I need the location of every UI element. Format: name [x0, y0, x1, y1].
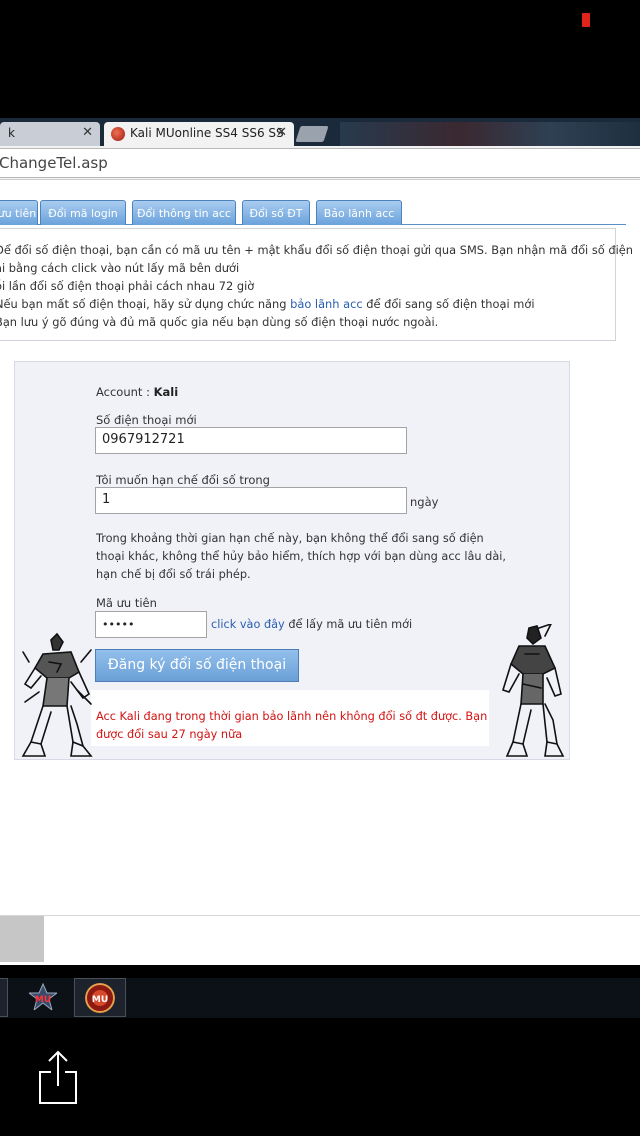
scrollbar-thumb[interactable] [0, 916, 44, 962]
guarantee-link[interactable]: bảo lãnh acc [290, 297, 363, 311]
limit-unit: ngày [410, 495, 439, 509]
error-line: được đổi sau 27 ngày nữa [96, 728, 243, 741]
windows-taskbar: MU MU [0, 978, 640, 1018]
instructions-box: Để đổi số điện thoại, bạn cần có mã ưu t… [0, 228, 633, 341]
svg-text:MU: MU [35, 995, 51, 1005]
favicon-icon [111, 127, 125, 141]
limit-days-input[interactable]: 1 [95, 487, 407, 514]
get-code-row: click vào đây để lấy mã ưu tiên mới [211, 616, 412, 634]
new-tab-button[interactable] [295, 126, 329, 142]
instruction-line: Nếu bạn mất số điện thoại, hãy sử dụng c… [0, 295, 615, 313]
phone-photo: k ✕ Kali MUonline SS4 SS6 SS ✕ ChangeTel… [0, 0, 640, 1136]
tab-change-info[interactable]: Đổi thông tin acc [132, 200, 236, 225]
url-text: ChangeTel.asp [0, 154, 108, 172]
phone-value: 0967912721 [102, 432, 185, 447]
warrior-right-image [502, 624, 565, 757]
error-line: Acc Kali đang trong thời gian bảo lãnh n… [96, 710, 488, 723]
tab-account-guarantee[interactable]: Bảo lãnh acc [316, 200, 402, 225]
warrior-left-image [21, 632, 93, 757]
blurred-tabs [340, 122, 640, 146]
instruction-line: Để đổi số điện thoại, bạn cần có mã ưu t… [0, 243, 633, 257]
browser-tab[interactable]: k ✕ [0, 122, 100, 146]
get-code-link[interactable]: click vào đây [211, 618, 285, 631]
limit-label: Tôi muốn hạn chế đổi số trong [96, 473, 270, 487]
tab-change-phone[interactable]: Đổi số ĐT [242, 200, 310, 225]
close-icon[interactable]: ✕ [276, 125, 287, 140]
taskbar-button[interactable] [0, 978, 8, 1017]
instruction-line: Bạn lưu ý gõ đúng và đủ mã quốc gia nếu … [0, 315, 439, 329]
tab-title: Kali MUonline SS4 SS6 SS [130, 126, 284, 140]
description-line: thoại khác, không thể hủy bảo hiểm, thíc… [96, 550, 506, 563]
phone-label: Số điện thoại mới [96, 413, 197, 427]
register-change-phone-button[interactable]: Đăng ký đổi số điện thoại [95, 649, 299, 682]
close-icon[interactable]: ✕ [82, 125, 93, 140]
share-icon[interactable] [38, 1050, 78, 1105]
browser-tab-active[interactable]: Kali MUonline SS4 SS6 SS ✕ [104, 122, 294, 146]
description-line: Trong khoảng thời gian hạn chế này, bạn … [96, 532, 484, 545]
svg-text:MU: MU [92, 995, 108, 1005]
taskbar-button-active[interactable]: MU [74, 978, 126, 1017]
change-phone-form: Account : Kali Số điện thoại mới 0967912… [14, 361, 570, 760]
horizontal-scrollbar[interactable] [0, 915, 640, 965]
instruction-text: Nếu bạn mất số điện thoại, hãy sử dụng c… [0, 297, 291, 311]
instruction-line: ại bằng cách click vào nút lấy mã bên dư… [0, 261, 240, 275]
nav-tabs: ưu tiên Đổi mã login Đổi thông tin acc Đ… [0, 200, 626, 225]
error-message: Acc Kali đang trong thời gian bảo lãnh n… [91, 690, 489, 746]
instruction-line: ỗi lần đổi số điện thoại phải cách nhau … [0, 279, 255, 293]
account-label: Account : [96, 385, 154, 399]
limit-description: Trong khoảng thời gian hạn chế này, bạn … [96, 530, 506, 584]
mu-game-icon: MU [28, 983, 58, 1012]
phone-input[interactable]: 0967912721 [95, 427, 407, 454]
browser-tabstrip: k ✕ Kali MUonline SS4 SS6 SS ✕ [0, 118, 640, 146]
account-value: Kali [153, 385, 179, 399]
taskbar-button[interactable]: MU [20, 978, 66, 1017]
priority-code-value: ••••• [102, 618, 135, 631]
recording-indicator [582, 13, 590, 27]
priority-code-input[interactable]: ••••• [95, 611, 207, 638]
url-input[interactable]: ChangeTel.asp [0, 148, 640, 178]
get-code-suffix: để lấy mã ưu tiên mới [284, 618, 413, 631]
tab-title: k [8, 126, 15, 140]
tab-change-login[interactable]: Đổi mã login [40, 200, 126, 225]
priority-code-label: Mã ưu tiên [96, 596, 157, 610]
page-content: ưu tiên Đổi mã login Đổi thông tin acc Đ… [0, 180, 640, 915]
mu-logo-icon: MU [85, 983, 115, 1013]
instruction-text: để đổi sang số điện thoại mới [362, 297, 535, 311]
account-row: Account : Kali [96, 385, 178, 399]
description-line: hạn chế bị đổi số trái phép. [96, 568, 251, 581]
address-bar: ChangeTel.asp [0, 146, 640, 180]
tab-priority[interactable]: ưu tiên [0, 200, 38, 225]
limit-value: 1 [102, 492, 111, 507]
